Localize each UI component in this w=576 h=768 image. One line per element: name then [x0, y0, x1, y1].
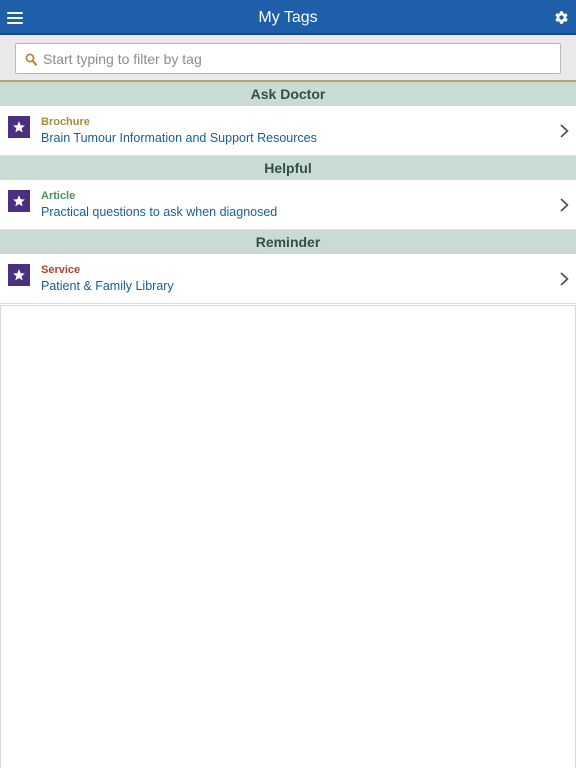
top-bar: My Tags: [0, 0, 576, 35]
page-title: My Tags: [258, 9, 318, 26]
list-item[interactable]: Service Patient & Family Library: [0, 254, 576, 304]
empty-content-area: [0, 305, 576, 768]
section-header-ask-doctor: Ask Doctor: [0, 82, 576, 106]
section-header-helpful: Helpful: [0, 156, 576, 180]
chevron-right-icon: [560, 124, 569, 138]
item-title: Brain Tumour Information and Support Res…: [41, 131, 317, 145]
item-type-label: Brochure: [41, 116, 90, 128]
star-icon: [8, 190, 30, 212]
search-icon: [25, 53, 38, 66]
gear-icon[interactable]: [554, 10, 569, 25]
item-title: Practical questions to ask when diagnose…: [41, 205, 278, 219]
list-item[interactable]: Article Practical questions to ask when …: [0, 180, 576, 230]
search-input[interactable]: [43, 48, 553, 70]
app-screen: My Tags Ask Doctor Brochure Brain Tum: [0, 0, 576, 768]
tag-list: Ask Doctor Brochure Brain Tumour Informa…: [0, 82, 576, 304]
chevron-right-icon: [560, 198, 569, 212]
item-title: Patient & Family Library: [41, 279, 174, 293]
item-type-label: Article: [41, 190, 76, 202]
chevron-right-icon: [560, 272, 569, 286]
star-icon: [8, 264, 30, 286]
section-header-reminder: Reminder: [0, 230, 576, 254]
search-bar: [0, 35, 576, 82]
star-icon: [8, 116, 30, 138]
search-box: [15, 43, 561, 74]
list-item[interactable]: Brochure Brain Tumour Information and Su…: [0, 106, 576, 156]
item-type-label: Service: [41, 264, 81, 276]
